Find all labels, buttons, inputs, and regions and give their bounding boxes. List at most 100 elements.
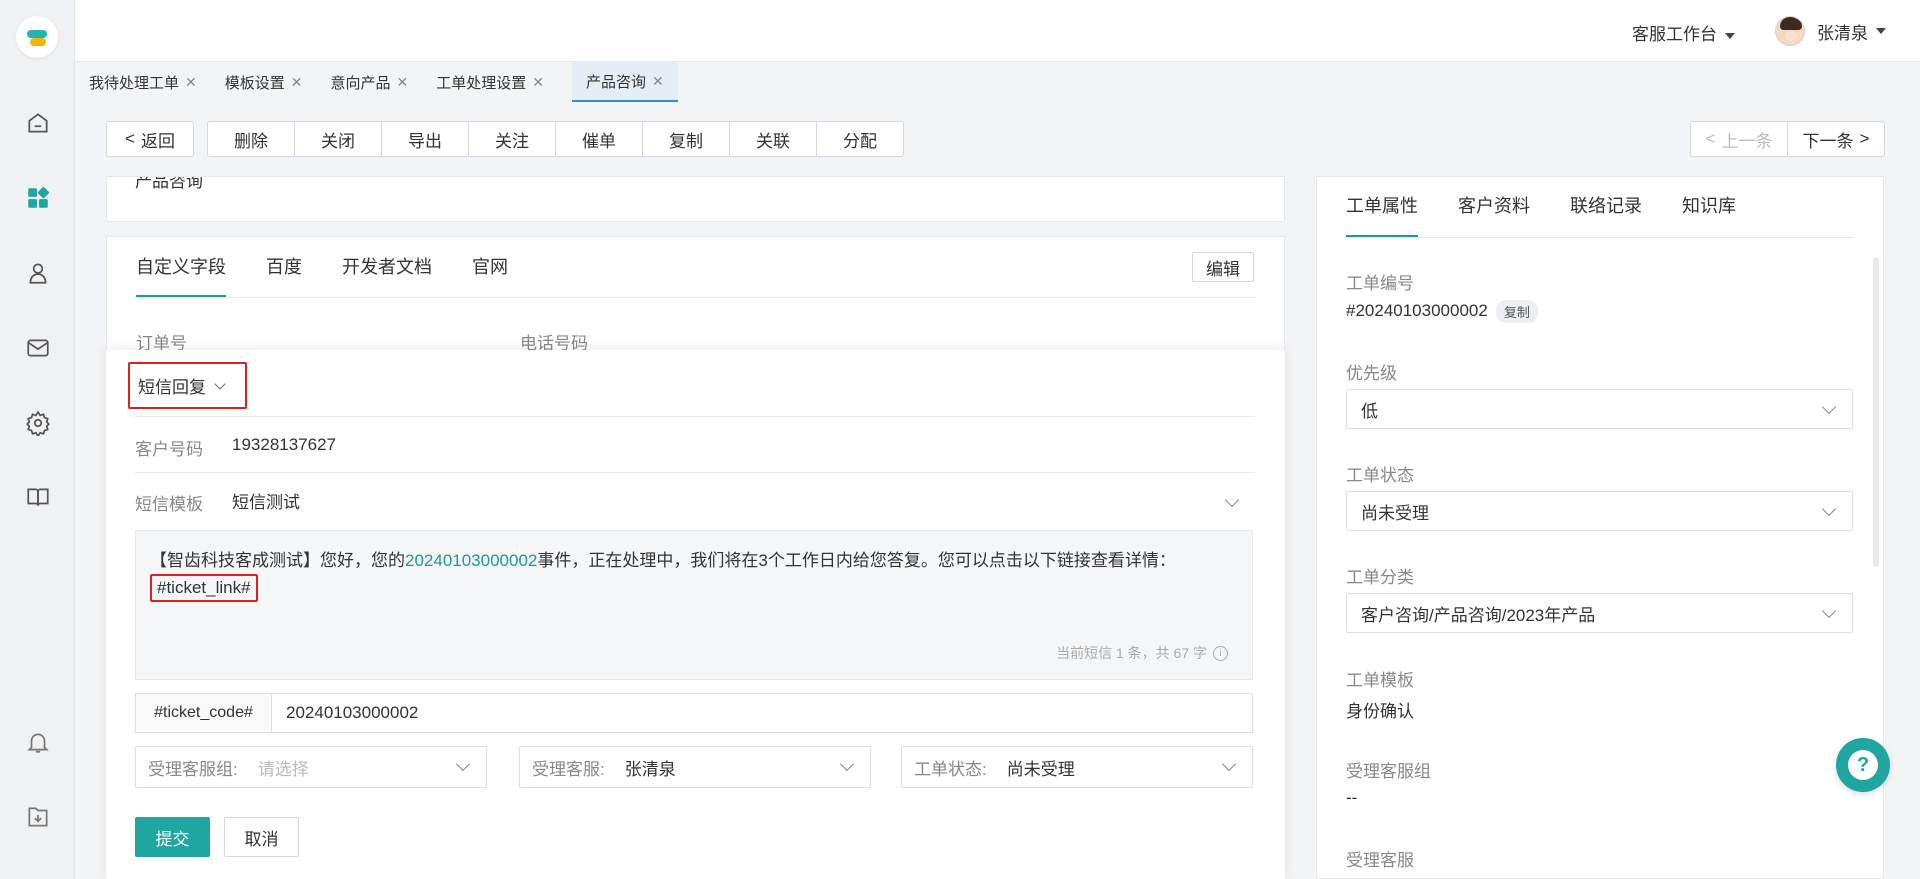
- copy-button[interactable]: 复制: [642, 121, 730, 157]
- ticket-number-link[interactable]: 20240103000002: [405, 551, 537, 570]
- chevron-right-icon: >: [1859, 129, 1870, 148]
- ticket-no-label: 工单编号: [1346, 274, 1414, 293]
- tab-dev-docs[interactable]: 开发者文档: [342, 237, 432, 297]
- home-icon[interactable]: [25, 110, 51, 136]
- priority-select[interactable]: 低: [1346, 389, 1853, 429]
- page-tabs: 我待处理工单 ✕ 模板设置 ✕ 意向产品 ✕ 工单处理设置 ✕ 产品咨询 ✕: [75, 62, 1920, 102]
- ticket-code-variable: #ticket_code#: [136, 694, 272, 732]
- close-icon[interactable]: ✕: [532, 74, 544, 91]
- close-ticket-button[interactable]: 关闭: [294, 121, 382, 157]
- customer-number-value: 19328137627: [232, 435, 337, 454]
- record-navigation: < 上一条 下一条 >: [1690, 121, 1885, 157]
- settings-icon[interactable]: [25, 410, 51, 436]
- cancel-button[interactable]: 取消: [224, 817, 299, 857]
- chevron-down-icon: [1221, 756, 1237, 772]
- chevron-left-icon: <: [1705, 129, 1716, 148]
- tab-template-settings[interactable]: 模板设置 ✕: [225, 62, 317, 102]
- tab-contact-records[interactable]: 联络记录: [1570, 177, 1642, 237]
- urge-button[interactable]: 催单: [555, 121, 643, 157]
- tab-customer-info[interactable]: 客户资料: [1458, 177, 1530, 237]
- app-logo[interactable]: [16, 16, 58, 58]
- divider: [1346, 237, 1854, 238]
- close-icon[interactable]: ✕: [652, 73, 664, 90]
- customer-number-label: 客户号码: [135, 440, 203, 459]
- chevron-down-icon: [1821, 501, 1837, 517]
- ticket-no-value: #20240103000002: [1346, 300, 1488, 320]
- detail-tabs: 自定义字段 百度 开发者文档 官网: [136, 237, 548, 297]
- tab-ticket-properties[interactable]: 工单属性: [1346, 177, 1418, 237]
- chevron-down-icon: [839, 756, 855, 772]
- export-button[interactable]: 导出: [381, 121, 469, 157]
- priority-label: 优先级: [1346, 364, 1397, 383]
- agent-group-value: --: [1346, 788, 1358, 807]
- sms-template-label: 短信模板: [135, 495, 203, 514]
- template-label: 工单模板: [1346, 671, 1414, 690]
- link-button[interactable]: 关联: [729, 121, 817, 157]
- contacts-icon[interactable]: [25, 260, 51, 286]
- book-icon[interactable]: [25, 484, 51, 510]
- workspace-switcher[interactable]: 客服工作台: [1632, 20, 1735, 45]
- top-bar: 客服工作台 张清泉: [75, 0, 1920, 62]
- info-icon[interactable]: i: [1213, 646, 1228, 661]
- chevron-down-icon: [455, 756, 471, 772]
- next-record-button[interactable]: 下一条 >: [1787, 121, 1885, 157]
- sms-template-select[interactable]: 短信测试: [232, 488, 300, 513]
- ticket-link-variable: #ticket_link#: [150, 574, 258, 602]
- category-select[interactable]: 客户咨询/产品咨询/2023年产品: [1346, 593, 1853, 633]
- template-value: 身份确认: [1346, 702, 1414, 721]
- sms-content-box[interactable]: 【智齿科技客成测试】您好，您的20240103000002事件，正在处理中，我们…: [135, 530, 1253, 680]
- ticket-title-panel: 产品咨询: [106, 176, 1285, 222]
- reply-type-select[interactable]: 短信回复: [128, 362, 247, 409]
- close-icon[interactable]: ✕: [185, 74, 197, 91]
- status-label: 工单状态: [1346, 466, 1414, 485]
- status-select[interactable]: 尚未受理: [1346, 491, 1853, 531]
- avatar: [1775, 16, 1805, 46]
- ticket-properties-panel: 工单属性 客户资料 联络记录 知识库 工单编号 #20240103000002 复…: [1316, 176, 1884, 879]
- copy-ticket-no-button[interactable]: 复制: [1495, 300, 1538, 323]
- chevron-left-icon: <: [125, 129, 135, 148]
- tab-knowledge-base[interactable]: 知识库: [1682, 177, 1736, 237]
- assign-button[interactable]: 分配: [816, 121, 904, 157]
- agent-select[interactable]: 受理客服: 张清泉: [519, 746, 871, 788]
- tab-custom-fields[interactable]: 自定义字段: [136, 237, 226, 297]
- close-icon[interactable]: ✕: [397, 74, 409, 91]
- edit-button[interactable]: 编辑: [1192, 252, 1254, 282]
- prev-record-button[interactable]: < 上一条: [1690, 121, 1788, 157]
- properties-tabs: 工单属性 客户资料 联络记录 知识库: [1346, 177, 1776, 237]
- sms-count: 当前短信 1 条，共 67 字i: [1056, 640, 1228, 667]
- bell-icon[interactable]: [25, 729, 51, 755]
- ticket-code-input[interactable]: 20240103000002: [272, 694, 418, 732]
- tab-my-tickets[interactable]: 我待处理工单 ✕: [89, 62, 211, 102]
- tab-ticket-settings[interactable]: 工单处理设置 ✕: [436, 62, 558, 102]
- action-button-group: 删除 关闭 导出 关注 催单 复制 关联 分配: [207, 121, 904, 157]
- close-icon[interactable]: ✕: [291, 74, 303, 91]
- apps-icon[interactable]: [25, 185, 51, 211]
- tab-website[interactable]: 官网: [472, 237, 508, 297]
- caret-down-icon: [1725, 32, 1735, 39]
- submit-button[interactable]: 提交: [135, 817, 210, 857]
- agent-group-select[interactable]: 受理客服组: 请选择: [135, 746, 487, 788]
- caret-down-icon: [1876, 28, 1886, 34]
- tab-baidu[interactable]: 百度: [266, 237, 302, 297]
- help-button[interactable]: ?: [1836, 738, 1890, 792]
- ticket-status-select[interactable]: 工单状态: 尚未受理: [901, 746, 1253, 788]
- follow-button[interactable]: 关注: [468, 121, 556, 157]
- user-menu[interactable]: 张清泉: [1775, 16, 1886, 46]
- left-rail: [0, 0, 75, 879]
- delete-button[interactable]: 删除: [207, 121, 295, 157]
- question-icon: ?: [1848, 750, 1878, 780]
- tab-intent-product[interactable]: 意向产品 ✕: [331, 62, 423, 102]
- tab-product-consult[interactable]: 产品咨询 ✕: [572, 62, 678, 102]
- agent-label: 受理客服: [1346, 851, 1414, 870]
- agent-group-label: 受理客服组: [1346, 762, 1431, 781]
- chevron-down-icon: [1821, 399, 1837, 415]
- sms-reply-card: 短信回复 客户号码 19328137627 短信模板 短信测试 【智齿科技客成测…: [106, 350, 1285, 879]
- mail-icon[interactable]: [25, 335, 51, 361]
- scrollbar[interactable]: [1873, 257, 1879, 567]
- chevron-down-icon: [1821, 603, 1837, 619]
- user-name: 张清泉: [1817, 23, 1868, 43]
- category-label: 工单分类: [1346, 568, 1414, 587]
- chevron-down-icon[interactable]: [1224, 492, 1240, 508]
- download-icon[interactable]: [25, 804, 51, 830]
- back-button[interactable]: < 返回: [106, 121, 194, 157]
